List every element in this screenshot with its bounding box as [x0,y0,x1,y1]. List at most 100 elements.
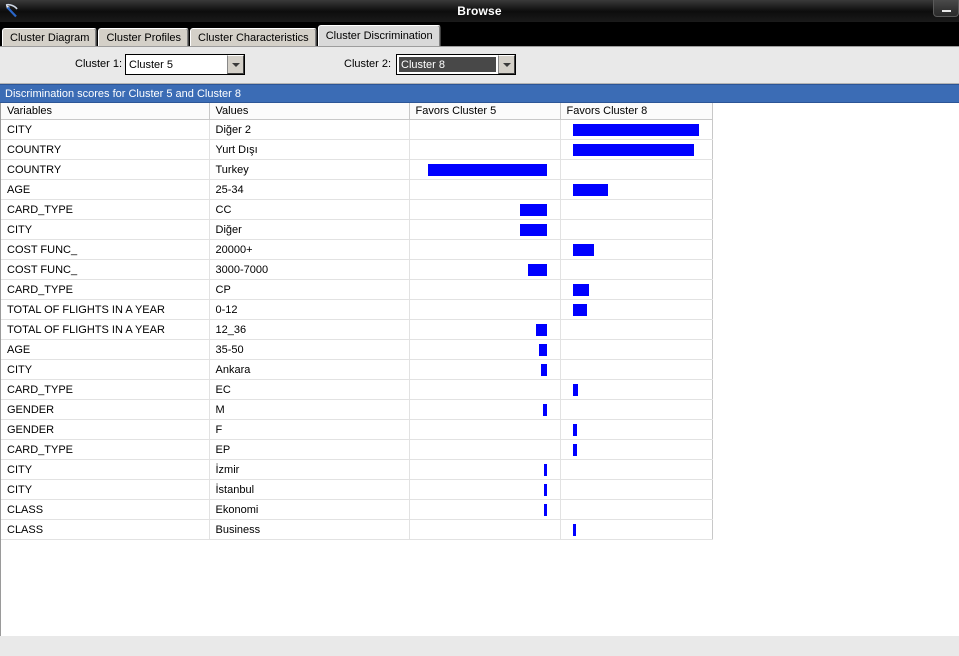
cell-bar-favors-cluster5 [409,479,561,500]
table-row[interactable]: GENDER M [1,399,713,420]
minimize-button[interactable] [933,0,959,17]
table-row[interactable]: CITY İzmir [1,459,713,480]
cell-bar-favors-cluster8 [560,479,713,500]
cell-bar-favors-cluster5 [409,499,561,520]
cell-bar-favors-cluster8 [560,439,713,460]
cell-bar-favors-cluster8 [560,179,713,200]
cell-variable: AGE [1,179,210,200]
table-row[interactable]: CITY Diğer 2 [1,119,713,140]
cluster2-value[interactable]: Cluster 8 [398,56,497,73]
table-row[interactable]: AGE 35-50 [1,339,713,360]
cell-bar-favors-cluster5 [409,239,561,260]
cell-value: İstanbul [209,479,410,500]
column-header-favors-c2[interactable]: Favors Cluster 8 [560,103,713,120]
cell-bar-favors-cluster5 [409,299,561,320]
cell-variable: CITY [1,479,210,500]
cell-variable: GENDER [1,419,210,440]
table-row[interactable]: CARD_TYPE EC [1,379,713,400]
bar-favors-cluster5 [543,483,547,496]
bar-favors-cluster5 [538,343,547,356]
column-header-favors-c1[interactable]: Favors Cluster 5 [409,103,561,120]
tab-list: Cluster Diagram Cluster Profiles Cluster C… [2,23,959,47]
table-row[interactable]: COST FUNC_ 3000-7000 [1,259,713,280]
cell-variable: AGE [1,339,210,360]
cell-bar-favors-cluster8 [560,459,713,480]
cluster1-value[interactable]: Cluster 5 [126,55,227,74]
chevron-down-icon[interactable] [498,55,515,74]
cell-bar-favors-cluster5 [409,279,561,300]
cell-variable: COUNTRY [1,139,210,160]
tab-cluster-discrimination[interactable]: Cluster Discrimination [317,25,441,46]
cell-variable: CITY [1,459,210,480]
bar-favors-cluster5 [540,363,547,376]
cell-variable: COST FUNC_ [1,239,210,260]
cell-bar-favors-cluster5 [409,259,561,280]
cell-bar-favors-cluster8 [560,519,713,540]
cell-bar-favors-cluster8 [560,419,713,440]
bar-favors-cluster5 [519,223,547,236]
column-header-variables[interactable]: Variables [1,103,210,120]
discrimination-panel: Variables Values Favors Cluster 5 Favors… [0,103,959,636]
tab-cluster-profiles[interactable]: Cluster Profiles [98,28,190,47]
cell-variable: CLASS [1,519,210,540]
window-controls [933,0,959,18]
cell-bar-favors-cluster5 [409,359,561,380]
cell-value: 20000+ [209,239,410,260]
bar-favors-cluster8 [572,243,594,256]
table-row[interactable]: GENDER F [1,419,713,440]
cell-bar-favors-cluster8 [560,219,713,240]
cell-variable: CITY [1,359,210,380]
bar-favors-cluster5 [542,403,547,416]
client-area: Cluster 1: Cluster 5 Cluster 2: Cluster … [0,46,959,656]
cell-bar-favors-cluster8 [560,259,713,280]
chevron-down-icon[interactable] [227,55,244,74]
table-row[interactable]: AGE 25-34 [1,179,713,200]
bar-favors-cluster8 [572,303,587,316]
cell-bar-favors-cluster5 [409,159,561,180]
cell-value: Ekonomi [209,499,410,520]
cell-variable: TOTAL OF FLIGHTS IN A YEAR [1,319,210,340]
cell-value: 0-12 [209,299,410,320]
table-row[interactable]: CITY Ankara [1,359,713,380]
cell-bar-favors-cluster5 [409,439,561,460]
tab-cluster-characteristics[interactable]: Cluster Characteristics [190,28,317,47]
table-row[interactable]: CITY Diğer [1,219,713,240]
table-row[interactable]: CARD_TYPE CC [1,199,713,220]
bar-favors-cluster5 [543,463,547,476]
cell-bar-favors-cluster5 [409,219,561,240]
cell-bar-favors-cluster5 [409,459,561,480]
cluster2-combobox[interactable]: Cluster 8 [396,54,516,75]
table-row[interactable]: CARD_TYPE CP [1,279,713,300]
table-row[interactable]: CLASS Ekonomi [1,499,713,520]
table-row[interactable]: CLASS Business [1,519,713,540]
table-row[interactable]: CITY İstanbul [1,479,713,500]
cell-value: Ankara [209,359,410,380]
table-header-row: Variables Values Favors Cluster 5 Favors… [1,103,713,120]
cell-variable: COUNTRY [1,159,210,180]
tab-strip: Cluster Diagram Cluster Profiles Cluster C… [0,23,959,47]
column-header-values[interactable]: Values [209,103,410,120]
cell-bar-favors-cluster8 [560,399,713,420]
table-row[interactable]: TOTAL OF FLIGHTS IN A YEAR 0-12 [1,299,713,320]
cell-variable: CARD_TYPE [1,439,210,460]
table-row[interactable]: COST FUNC_ 20000+ [1,239,713,260]
tab-cluster-diagram[interactable]: Cluster Diagram [2,28,98,47]
table-row[interactable]: COUNTRY Yurt Dışı [1,139,713,160]
table-row[interactable]: COUNTRY Turkey [1,159,713,180]
cluster1-label: Cluster 1: [75,58,123,70]
cell-bar-favors-cluster5 [409,319,561,340]
table-row[interactable]: CARD_TYPE EP [1,439,713,460]
cell-value: 25-34 [209,179,410,200]
cell-bar-favors-cluster8 [560,339,713,360]
bar-favors-cluster8 [572,443,577,456]
cluster1-combobox[interactable]: Cluster 5 [125,54,245,75]
table-row[interactable]: TOTAL OF FLIGHTS IN A YEAR 12_36 [1,319,713,340]
cell-value: Business [209,519,410,540]
cluster-selector-row: Cluster 1: Cluster 5 Cluster 2: Cluster … [0,47,959,84]
cell-bar-favors-cluster5 [409,119,561,140]
cell-bar-favors-cluster8 [560,119,713,140]
cell-value: 3000-7000 [209,259,410,280]
cell-value: Yurt Dışı [209,139,410,160]
banner-text: Discrimination scores for Cluster 5 and … [5,87,241,100]
bar-favors-cluster5 [535,323,547,336]
